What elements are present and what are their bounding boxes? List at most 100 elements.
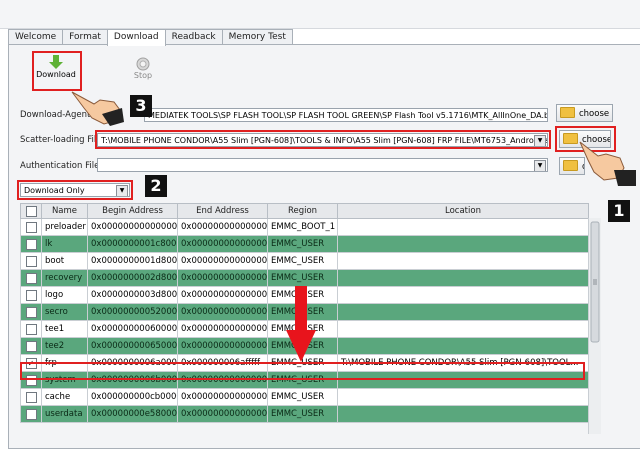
folder-icon: [563, 160, 578, 171]
row-begin: 0x0000000001d80000: [87, 252, 178, 270]
row-location[interactable]: [337, 235, 589, 253]
choose-label: choose: [579, 109, 610, 119]
table-row[interactable]: recovery 0x0000000002d80000 0x0000000000…: [20, 269, 589, 287]
row-region: EMMC_USER: [267, 405, 338, 423]
col-end-address: End Address: [177, 203, 268, 219]
row-end: 0x0000000000000000: [177, 235, 268, 253]
row-begin: 0x0000000006500000: [87, 337, 178, 355]
row-end: 0x0000000000000000: [177, 405, 268, 423]
scatter-highlight-box: [95, 130, 551, 149]
row-name: preloader: [41, 218, 88, 236]
col-region: Region: [267, 203, 338, 219]
chevron-down-icon[interactable]: ▼: [534, 160, 546, 171]
table-row[interactable]: cache 0x000000000cb000000 0x000000000000…: [20, 388, 589, 406]
col-name: Name: [41, 203, 88, 219]
row-location[interactable]: [337, 320, 589, 338]
auth-file-label: Authentication File: [20, 161, 100, 171]
table-scrollbar[interactable]: [588, 218, 601, 434]
row-begin: 0x0000000006000000: [87, 320, 178, 338]
row-name: tee1: [41, 320, 88, 338]
row-name: cache: [41, 388, 88, 406]
row-end: 0x0000000000000000: [177, 252, 268, 270]
row-region: EMMC_USER: [267, 235, 338, 253]
mode-highlight-box: [17, 180, 133, 200]
row-name: tee2: [41, 337, 88, 355]
row-name: logo: [41, 286, 88, 304]
row-begin: 0x0000000000000000: [87, 218, 178, 236]
window-top-frame: [0, 0, 640, 29]
row-name: userdata: [41, 405, 88, 423]
row-checkbox[interactable]: [20, 218, 42, 236]
row-location[interactable]: [337, 252, 589, 270]
row-name: boot: [41, 252, 88, 270]
row-end: 0x0000000000000000: [177, 286, 268, 304]
table-row[interactable]: boot 0x0000000001d80000 0x00000000000000…: [20, 252, 589, 270]
tab-welcome[interactable]: Welcome: [8, 29, 64, 45]
col-location: Location: [337, 203, 589, 219]
row-end: 0x0000000000000000: [177, 320, 268, 338]
row-location[interactable]: [337, 218, 589, 236]
tab-bar: Welcome Format Download Readback Memory …: [8, 29, 293, 46]
row-location[interactable]: [337, 269, 589, 287]
row-begin: 0x0000000005200000: [87, 303, 178, 321]
row-name: secro: [41, 303, 88, 321]
download-highlight-box: [32, 51, 82, 91]
tab-format[interactable]: Format: [62, 29, 108, 45]
row-location[interactable]: [337, 337, 589, 355]
row-end: 0x0000000000000000: [177, 388, 268, 406]
row-region: EMMC_BOOT_1: [267, 218, 338, 236]
row-location[interactable]: [337, 303, 589, 321]
row-begin: 0x00000000e5800000: [87, 405, 178, 423]
folder-icon: [560, 107, 575, 118]
row-checkbox[interactable]: [20, 286, 42, 304]
row-begin: 0x000000000cb000000: [87, 388, 178, 406]
row-begin: 0x0000000003d80000: [87, 286, 178, 304]
download-agent-choose-button[interactable]: choose: [556, 104, 613, 122]
pointing-hand-icon: [579, 141, 636, 186]
row-region: EMMC_USER: [267, 269, 338, 287]
row-checkbox[interactable]: [20, 252, 42, 270]
row-region: EMMC_USER: [267, 252, 338, 270]
row-end: 0x0000000000000000: [177, 218, 268, 236]
col-begin-address: Begin Address: [87, 203, 178, 219]
row-checkbox[interactable]: [20, 388, 42, 406]
stop-icon: [136, 57, 150, 71]
row-checkbox[interactable]: [20, 269, 42, 287]
tab-readback[interactable]: Readback: [164, 29, 223, 45]
row-end: 0x0000000000000000: [177, 303, 268, 321]
scatter-file-label: Scatter-loading File: [20, 135, 102, 145]
row-begin: 0x0000000002d80000: [87, 269, 178, 287]
tab-download[interactable]: Download: [106, 29, 166, 46]
row-checkbox[interactable]: [20, 320, 42, 338]
table-row[interactable]: userdata 0x00000000e5800000 0x0000000000…: [20, 405, 589, 423]
row-checkbox[interactable]: [20, 405, 42, 423]
row-checkbox[interactable]: [20, 235, 42, 253]
row-location[interactable]: [337, 388, 589, 406]
row-region: EMMC_USER: [267, 388, 338, 406]
auth-file-combo[interactable]: ▼: [97, 158, 548, 172]
select-all-checkbox[interactable]: [20, 203, 42, 219]
download-agent-field[interactable]: MEDIATEK TOOLS\SP FLASH TOOL\SP FLASH TO…: [144, 108, 548, 122]
table-row[interactable]: lk 0x0000000001c80000 0x0000000000000000…: [20, 235, 589, 253]
pointing-hand-icon: [71, 91, 124, 126]
stop-button[interactable]: Stop: [128, 57, 158, 80]
row-location[interactable]: [337, 405, 589, 423]
row-name: lk: [41, 235, 88, 253]
table-row[interactable]: preloader 0x0000000000000000 0x000000000…: [20, 218, 589, 236]
step-badge-3: 3: [130, 95, 152, 117]
tab-memory-test[interactable]: Memory Test: [221, 29, 293, 45]
table-header: Name Begin Address End Address Region Lo…: [20, 203, 589, 219]
step-badge-2: 2: [145, 175, 167, 197]
row-end: 0x0000000000000000: [177, 269, 268, 287]
red-down-arrow-icon: [286, 286, 316, 362]
row-checkbox[interactable]: [20, 337, 42, 355]
row-checkbox[interactable]: [20, 303, 42, 321]
scrollbar-thumb-icon: [590, 221, 600, 343]
frp-row-highlight-box: [20, 362, 585, 380]
row-location[interactable]: [337, 286, 589, 304]
row-name: recovery: [41, 269, 88, 287]
row-end: 0x0000000000000000: [177, 337, 268, 355]
step-badge-1: 1: [608, 200, 630, 222]
stop-button-label: Stop: [133, 71, 153, 80]
row-begin: 0x0000000001c80000: [87, 235, 178, 253]
